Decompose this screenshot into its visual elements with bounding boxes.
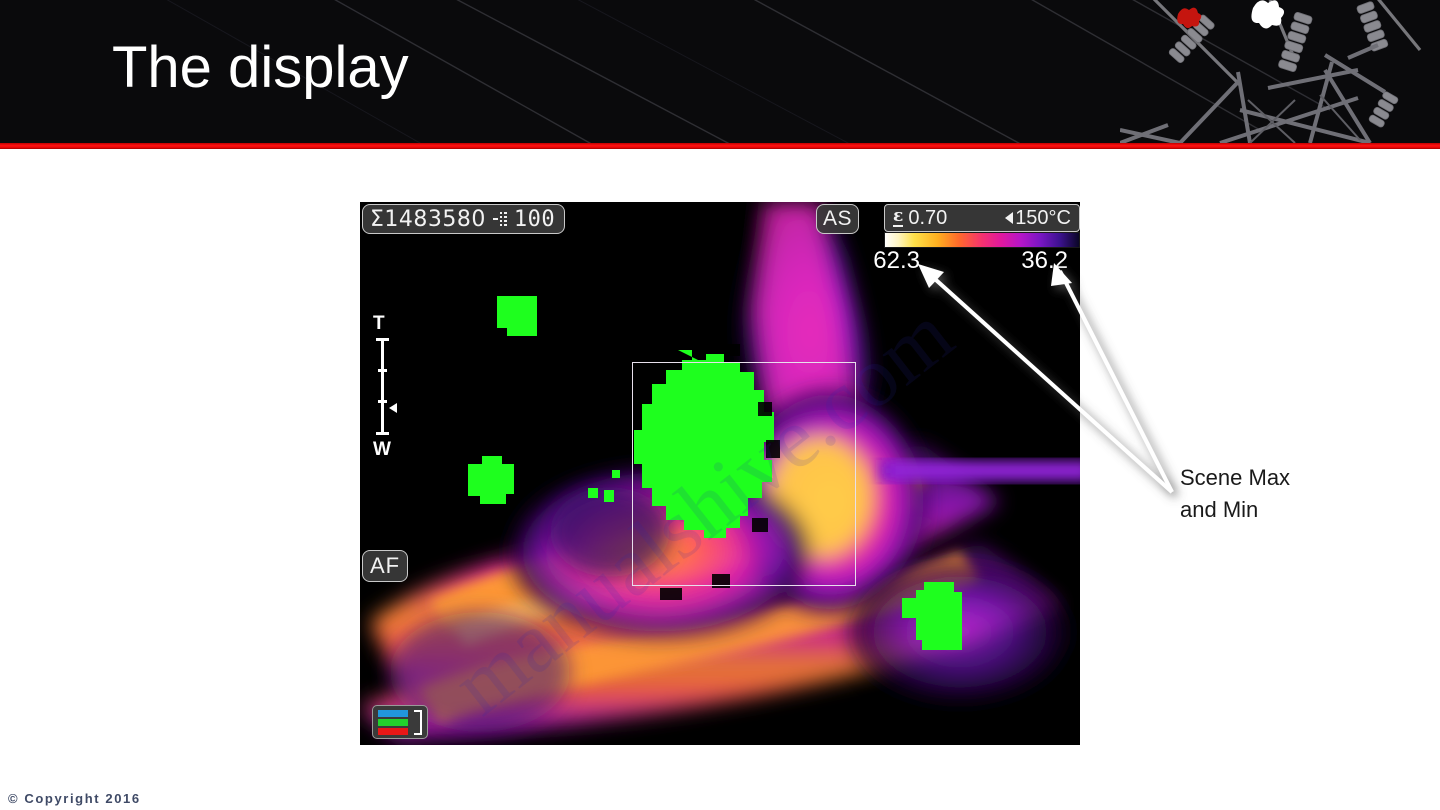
storage-icon: [492, 211, 509, 227]
emissivity-group: ε 0.70: [893, 207, 947, 230]
zoom-position-marker[interactable]: [389, 403, 397, 413]
zoom-tick-1: [378, 369, 387, 372]
callout-line-1: Scene Max: [1180, 465, 1291, 490]
osd-image-counter: Σ1483580 100: [362, 204, 566, 234]
auto-scale-label: AS: [822, 207, 852, 230]
measurement-box: [632, 362, 856, 586]
image-count-label: Σ1483580: [370, 206, 486, 232]
slide-header: The display: [0, 0, 1440, 143]
hotspot-white: [1251, 0, 1285, 29]
zoom-cap-top: [376, 338, 389, 341]
zoom-tick-2: [378, 400, 387, 403]
battery-segment-green: [378, 719, 408, 726]
osd-emissivity-range[interactable]: ε 0.70 150°C: [884, 204, 1080, 232]
zoom-track: [381, 338, 384, 435]
callout-line-2: and Min: [1180, 497, 1259, 522]
battery-indicator: [372, 705, 428, 739]
emissivity-value: 0.70: [908, 206, 948, 229]
thermal-camera-display: manualshive.com Σ1483580 100 AS ε 0.70 1…: [360, 202, 1080, 745]
page-title: The display: [112, 35, 409, 100]
battery-bracket-icon: [414, 710, 422, 735]
left-triangle-icon: [1005, 212, 1014, 224]
zoom-wide-label: W: [373, 439, 391, 460]
battery-segment-red: [378, 728, 408, 735]
scene-min-value: 36.2: [1021, 247, 1068, 274]
zoom-indicator: T W: [370, 314, 402, 459]
temperature-color-bar: [884, 232, 1080, 248]
osd-autofocus-badge[interactable]: AF: [362, 550, 409, 582]
osd-auto-scale-badge[interactable]: AS: [815, 204, 859, 234]
storage-count-label: 100: [513, 206, 556, 232]
range-group: 150°C: [1005, 207, 1071, 230]
zoom-tele-label: T: [373, 313, 385, 334]
copyright-notice: © Copyright 2016: [8, 791, 141, 806]
header-accent-rule: [0, 143, 1440, 149]
transmission-tower-icon: [1120, 0, 1422, 143]
callout-text: Scene Max and Min: [1180, 462, 1410, 526]
autofocus-label: AF: [370, 553, 401, 578]
epsilon-icon: ε: [893, 206, 904, 227]
scene-max-value: 62.3: [873, 247, 920, 274]
range-value: 150°C: [1015, 206, 1071, 229]
zoom-cap-bottom: [376, 432, 389, 435]
battery-segment-blue: [378, 710, 408, 717]
